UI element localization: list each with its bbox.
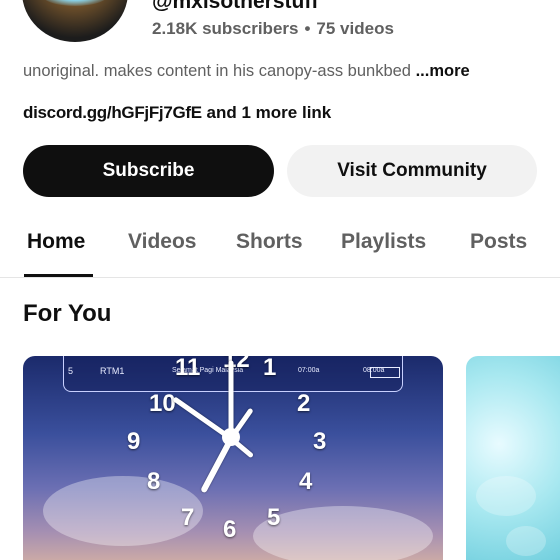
channel-description[interactable]: unoriginal. makes content in his canopy-… [23,62,470,81]
clock-minute-hand [228,360,234,439]
description-text: unoriginal. makes content in his canopy-… [23,62,411,80]
visit-community-button[interactable]: Visit Community [287,145,537,197]
channel-handle: @mxisotherstuff [152,0,319,13]
stats-separator: • [304,19,311,38]
bubble-shape [476,476,536,516]
tab-home[interactable]: Home [27,230,85,254]
avatar-glow [40,0,110,6]
more-links-label[interactable]: and 1 more link [202,103,332,122]
clock-hub [222,428,240,446]
bubble-shape [506,526,546,556]
clock-numeral: 7 [181,504,195,531]
clock-numeral: 1 [263,356,277,381]
clock-numeral: 11 [175,356,201,381]
clock-hour-hand [200,437,234,494]
clock-numeral: 12 [223,356,250,373]
subscribe-button[interactable]: Subscribe [23,145,274,197]
discord-link[interactable]: discord.gg/hGFjFj7GfE [23,103,202,122]
overlay-channel-number: 5 [68,366,74,376]
tab-posts[interactable]: Posts [470,230,527,254]
active-tab-indicator [24,274,93,277]
section-title: For You [23,300,112,327]
video-thumbnail[interactable] [466,356,560,560]
video-count: 75 videos [316,19,394,38]
channel-tabs: Home Videos Shorts Playlists Posts [0,222,560,278]
channel-stats: 2.18K subscribers • 75 videos [152,19,394,39]
tab-videos[interactable]: Videos [128,230,196,254]
clock-numeral: 9 [127,428,141,455]
overlay-time-end: 08:00a [363,367,385,374]
clock-numeral: 5 [267,504,281,531]
clock-numeral: 10 [149,390,176,417]
clock-numeral: 4 [299,468,313,495]
overlay-station: RTM1 [100,366,125,376]
overlay-time-start: 07:00a [298,367,320,374]
clock-numeral: 2 [297,390,311,417]
tab-shorts[interactable]: Shorts [236,230,303,254]
video-thumbnail[interactable]: 5 RTM1 Selamat Pagi Malaysia 07:00a 08:0… [23,356,443,560]
cloud-shape [43,476,203,546]
clock-numeral: 3 [313,428,327,455]
subscriber-count: 2.18K subscribers [152,19,299,38]
clock-numeral: 6 [223,516,237,543]
tab-playlists[interactable]: Playlists [341,230,426,254]
clock-numeral: 8 [147,468,161,495]
more-link[interactable]: ...more [416,62,470,80]
channel-avatar[interactable] [22,0,128,42]
channel-links[interactable]: discord.gg/hGFjFj7GfE and 1 more link [23,103,331,123]
